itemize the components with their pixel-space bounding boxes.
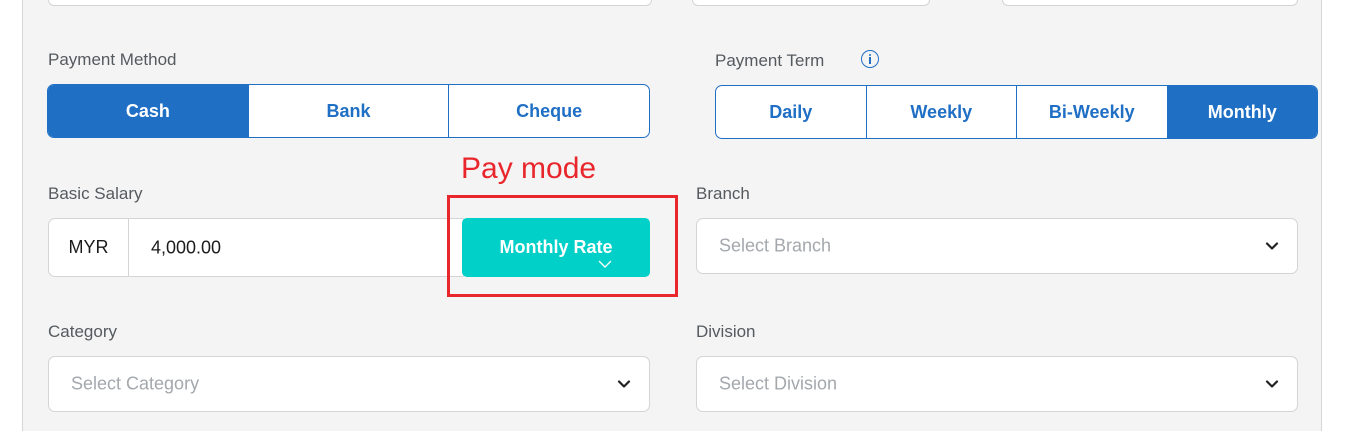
division-label: Division bbox=[696, 322, 756, 341]
payment-method-cash-option[interactable]: Cash bbox=[48, 85, 249, 137]
payment-term-weekly-option[interactable]: Weekly bbox=[867, 86, 1017, 138]
payment-method-cheque-option[interactable]: Cheque bbox=[449, 85, 649, 137]
payment-term-label: Payment Term bbox=[715, 51, 825, 70]
payment-method-selector: Cash Bank Cheque bbox=[47, 84, 650, 138]
branch-label: Branch bbox=[696, 184, 750, 203]
payment-method-label: Payment Method bbox=[48, 50, 177, 69]
payment-term-biweekly-option[interactable]: Bi-Weekly bbox=[1017, 86, 1168, 138]
basic-salary-field: MYR 4,000.00 bbox=[48, 218, 468, 277]
info-icon[interactable] bbox=[861, 50, 879, 68]
basic-salary-input[interactable]: 4,000.00 bbox=[151, 237, 221, 258]
category-select-placeholder: Select Category bbox=[71, 373, 200, 394]
payment-method-bank-option[interactable]: Bank bbox=[249, 85, 450, 137]
chevron-down-icon bbox=[1265, 380, 1279, 388]
chevron-down-icon bbox=[617, 380, 631, 388]
payment-term-selector: Daily Weekly Bi-Weekly Monthly bbox=[715, 85, 1318, 139]
payment-term-monthly-option[interactable]: Monthly bbox=[1167, 86, 1317, 138]
previous-field-right[interactable] bbox=[1002, 0, 1298, 6]
chevron-down-icon bbox=[1265, 242, 1279, 250]
category-label: Category bbox=[48, 322, 117, 341]
pay-mode-highlight-box bbox=[447, 195, 678, 297]
basic-salary-label: Basic Salary bbox=[48, 184, 143, 203]
division-select-placeholder: Select Division bbox=[719, 373, 838, 394]
payment-term-daily-option[interactable]: Daily bbox=[716, 86, 867, 138]
category-select[interactable]: Select Category bbox=[48, 356, 650, 412]
branch-select[interactable]: Select Branch bbox=[696, 218, 1298, 274]
pay-mode-annotation: Pay mode bbox=[461, 152, 597, 185]
previous-field-middle[interactable] bbox=[692, 0, 930, 6]
division-select[interactable]: Select Division bbox=[696, 356, 1298, 412]
branch-select-placeholder: Select Branch bbox=[719, 235, 832, 256]
currency-code: MYR bbox=[49, 219, 129, 276]
previous-field-left[interactable] bbox=[48, 0, 652, 6]
